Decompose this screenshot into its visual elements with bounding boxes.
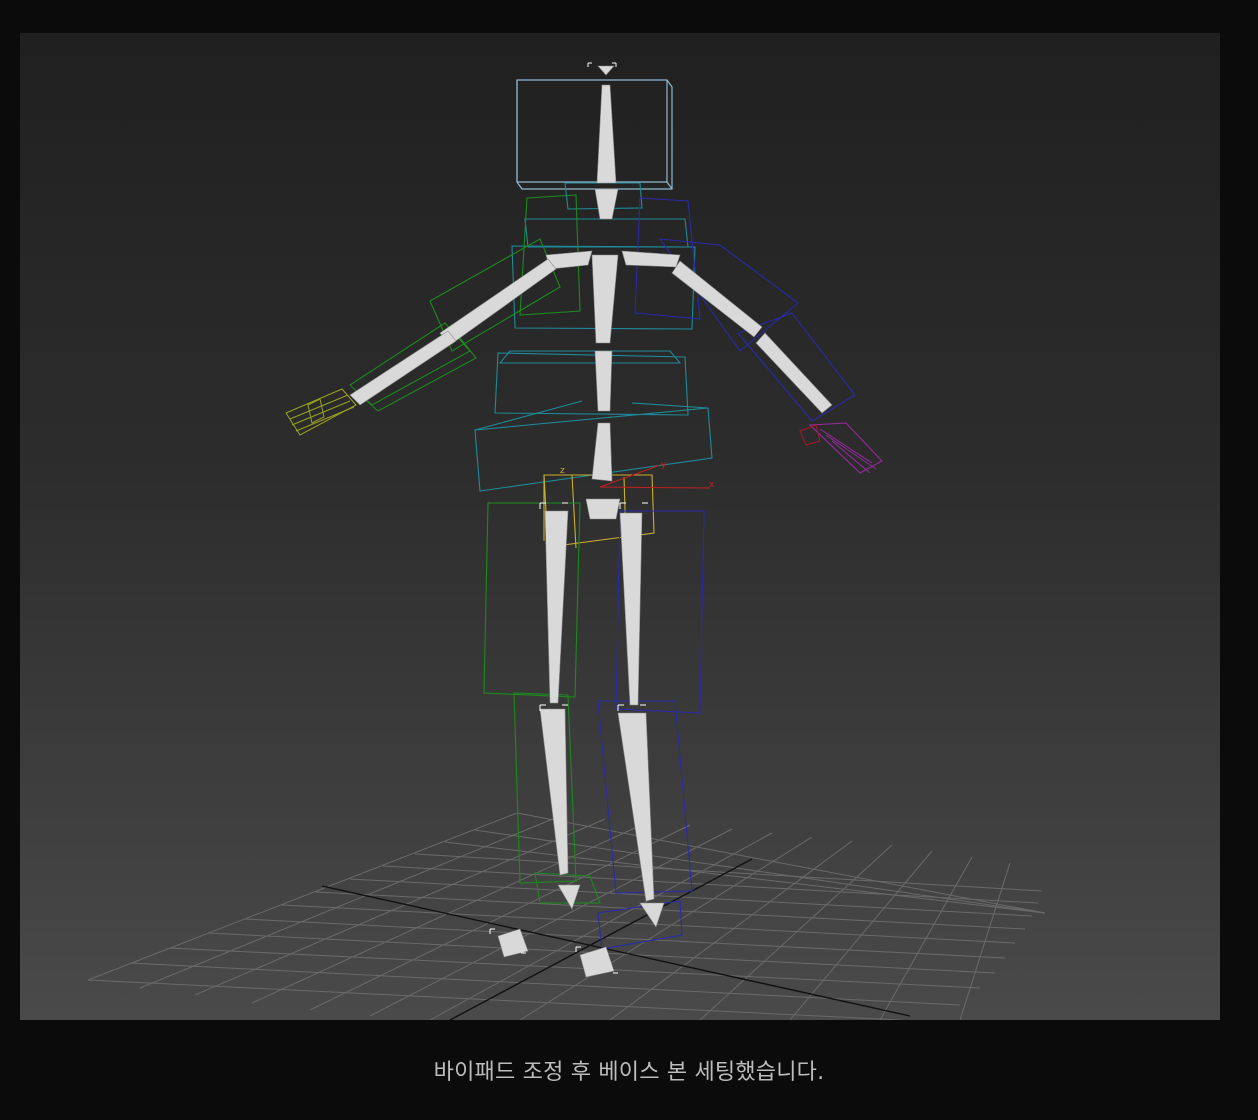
right-thigh-bone: [619, 512, 643, 706]
spine-bone-2: [594, 350, 613, 412]
neck-bone: [594, 188, 619, 220]
right-upperarm-bone: [671, 260, 763, 338]
svg-text:y: y: [661, 460, 667, 470]
pelvis-bone: [585, 498, 621, 520]
left-upperarm-bone: [439, 258, 557, 346]
head-bone: [596, 84, 617, 184]
svg-text:x: x: [709, 480, 715, 490]
head-tip-bone: [597, 65, 615, 76]
right-foot-bone: [579, 946, 615, 978]
3d-viewport[interactable]: x y z: [20, 33, 1220, 1020]
right-forearm-bone: [755, 332, 833, 414]
spine-bone-1: [591, 254, 619, 344]
image-caption: 바이패드 조정 후 베이스 본 세팅했습니다.: [433, 1060, 825, 1085]
left-thigh-bone: [544, 510, 569, 704]
spine-boxes: [474, 182, 713, 492]
right-clavicle-bone: [621, 250, 681, 268]
biped-scene: x y z: [87, 62, 1046, 1020]
head-box: [516, 79, 673, 190]
svg-text:z: z: [560, 466, 565, 476]
spine-bone-3: [591, 422, 613, 482]
left-hand-fingers: [285, 388, 357, 436]
left-calf-bone: [539, 708, 569, 876]
right-hand-fingers: [799, 422, 883, 474]
bones: [349, 65, 833, 978]
right-calf-bone: [617, 712, 655, 902]
